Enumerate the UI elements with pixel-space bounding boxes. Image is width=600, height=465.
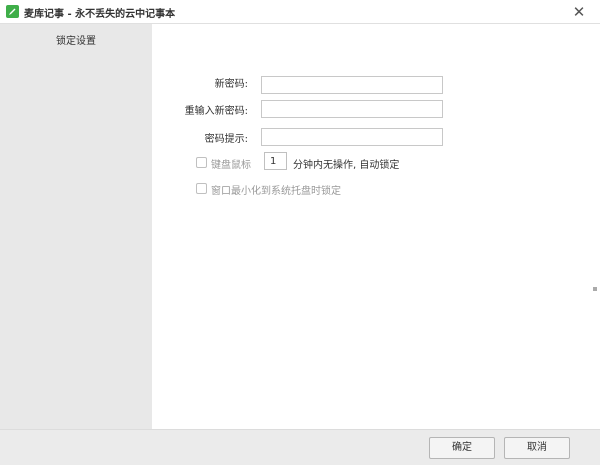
- minimize-lock-checkbox[interactable]: [196, 183, 207, 194]
- dialog-footer: 确定 取消: [0, 429, 600, 465]
- title-bar: 麦库记事 - 永不丢失的云中记事本 ✕: [0, 0, 600, 24]
- idle-minutes-input[interactable]: [264, 152, 287, 170]
- confirm-password-label: 重输入新密码:: [184, 106, 248, 117]
- password-hint-field[interactable]: [261, 128, 443, 146]
- password-hint-label: 密码提示:: [204, 134, 248, 145]
- sidebar: 锁定设置: [0, 24, 152, 429]
- app-logo-icon: [6, 5, 19, 18]
- cancel-button[interactable]: 取消: [504, 437, 570, 459]
- confirm-password-field[interactable]: [261, 100, 443, 118]
- keyboard-mouse-label: 键盘鼠标: [211, 160, 251, 171]
- window-title: 麦库记事 - 永不丢失的云中记事本: [24, 9, 176, 20]
- resize-handle[interactable]: [593, 287, 597, 291]
- new-password-field[interactable]: [261, 76, 443, 94]
- sidebar-item-lock-settings[interactable]: 锁定设置: [0, 32, 152, 48]
- new-password-label: 新密码:: [214, 79, 248, 90]
- minimize-lock-label: 窗口最小化到系统托盘时锁定: [211, 186, 341, 197]
- ok-button[interactable]: 确定: [429, 437, 495, 459]
- keyboard-mouse-checkbox[interactable]: [196, 157, 207, 168]
- idle-suffix-text: 分钟内无操作, 自动锁定: [293, 160, 400, 171]
- close-icon[interactable]: ✕: [570, 3, 588, 21]
